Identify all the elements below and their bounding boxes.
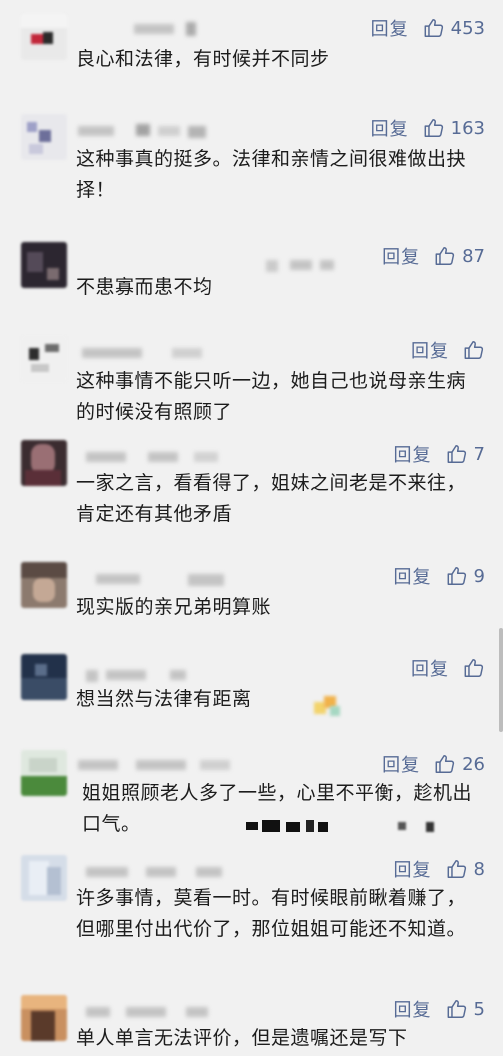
comment-item: 回复 想当然与法律有距离 <box>0 654 503 734</box>
like-button[interactable]: 26 <box>434 753 485 775</box>
avatar[interactable] <box>21 654 67 700</box>
like-button[interactable]: 9 <box>446 565 485 587</box>
thumbs-up-icon <box>435 247 455 265</box>
comment-item: 回复 163 这种事真的挺多。法律和亲情之间很难做出抉择！ <box>0 114 503 224</box>
avatar[interactable] <box>21 114 67 160</box>
reply-button[interactable]: 回复 <box>371 15 409 41</box>
comment-text: 良心和法律，有时候并不同步 <box>76 48 330 70</box>
avatar[interactable] <box>21 562 67 608</box>
comment-text: 许多事情，莫看一时。有时候眼前瞅着赚了，但哪里付出代价了，那位姐姐可能还不知道。 <box>76 887 467 940</box>
comment-item: 回复 26 姐姐照顾老人多了一些，心里不平衡，趁机出口气。 <box>0 750 503 850</box>
like-count: 453 <box>450 17 485 39</box>
like-count: 163 <box>450 117 485 139</box>
comment-item: 回复 5 单人单言无法评价，但是遗嘱还是写下 <box>0 995 503 1056</box>
comment-text: 这种事情不能只听一边，她自己也说母亲生病的时候没有照顾了 <box>76 370 467 423</box>
like-button[interactable]: 5 <box>446 998 485 1020</box>
avatar[interactable] <box>21 14 67 60</box>
like-count: 26 <box>462 753 485 775</box>
reply-button[interactable]: 回复 <box>394 856 432 882</box>
nickname-redacted <box>76 248 334 272</box>
reply-button[interactable]: 回复 <box>394 563 432 589</box>
comment-actions: 回复 26 <box>382 750 485 778</box>
reply-button[interactable]: 回复 <box>411 655 449 681</box>
redaction-mark <box>246 820 330 832</box>
like-count: 8 <box>473 858 485 880</box>
comment-actions: 回复 87 <box>382 242 485 270</box>
comment-text: 想当然与法律有距离 <box>76 688 252 710</box>
reply-button[interactable]: 回复 <box>394 996 432 1022</box>
comment-actions: 回复 9 <box>394 562 485 590</box>
nickname-redacted <box>76 120 296 138</box>
nickname-redacted <box>76 861 296 879</box>
nickname-redacted <box>76 1001 296 1019</box>
nickname-redacted <box>76 446 296 464</box>
comment-text: 这种事真的挺多。法律和亲情之间很难做出抉择！ <box>76 148 467 201</box>
like-count: 7 <box>473 443 485 465</box>
nickname-redacted <box>76 756 296 774</box>
like-button[interactable]: 7 <box>446 443 485 465</box>
comment-text: 一家之言，看看得了，姐妹之间老是不来往，肯定还有其他矛盾 <box>76 472 467 525</box>
like-count: 9 <box>473 565 485 587</box>
emoji-sticker-icon <box>314 696 344 718</box>
redaction-mark <box>398 820 438 832</box>
comment-text: 不患寡而患不均 <box>76 276 213 298</box>
comment-item: 回复 8 许多事情，莫看一时。有时候眼前瞅着赚了，但哪里付出代价了，那位姐姐可能… <box>0 855 503 985</box>
like-button[interactable] <box>463 339 485 361</box>
comment-item: 回复 这种事情不能只听一边，她自己也说母亲生病的时候没有照顾了 <box>0 336 503 446</box>
like-count: 87 <box>462 245 485 267</box>
thumbs-up-icon <box>464 341 484 359</box>
thumbs-up-icon <box>447 445 466 463</box>
nickname-redacted <box>76 20 296 38</box>
comment-item: 回复 453 良心和法律，有时候并不同步 <box>0 14 503 94</box>
avatar[interactable] <box>21 242 67 288</box>
comment-text: 单人单言无法评价，但是遗嘱还是写下 <box>76 1027 408 1049</box>
comment-actions: 回复 8 <box>394 855 485 883</box>
comment-actions: 回复 7 <box>394 440 485 468</box>
nickname-redacted <box>76 660 296 682</box>
thumbs-up-icon <box>447 567 466 585</box>
like-button[interactable]: 8 <box>446 858 485 880</box>
avatar[interactable] <box>21 750 67 796</box>
comment-actions: 回复 <box>411 654 485 682</box>
avatar[interactable] <box>21 855 67 901</box>
like-button[interactable]: 87 <box>434 245 485 267</box>
like-button[interactable] <box>463 657 485 679</box>
avatar[interactable] <box>21 995 67 1041</box>
thumbs-up-icon <box>447 860 466 878</box>
reply-button[interactable]: 回复 <box>382 751 420 777</box>
nickname-redacted <box>76 568 296 586</box>
comment-item: 回复 87 不患寡而患不均 <box>0 242 503 322</box>
comment-item: 回复 7 一家之言，看看得了，姐妹之间老是不来往，肯定还有其他矛盾 <box>0 440 503 550</box>
reply-button[interactable]: 回复 <box>382 243 420 269</box>
comment-actions: 回复 <box>411 336 485 364</box>
thumbs-up-icon <box>424 19 443 37</box>
comment-text: 现实版的亲兄弟明算账 <box>76 596 272 618</box>
thumbs-up-icon <box>435 755 455 773</box>
thumbs-up-icon <box>447 1000 466 1018</box>
reply-button[interactable]: 回复 <box>411 337 449 363</box>
thumbs-up-icon <box>424 119 443 137</box>
thumbs-up-icon <box>464 659 484 677</box>
comment-actions: 回复 163 <box>371 114 485 142</box>
avatar[interactable] <box>21 440 67 486</box>
like-button[interactable]: 453 <box>423 17 485 39</box>
reply-button[interactable]: 回复 <box>394 441 432 467</box>
avatar[interactable] <box>21 336 67 382</box>
comment-item: 回复 9 现实版的亲兄弟明算账 <box>0 562 503 642</box>
comment-actions: 回复 453 <box>371 14 485 42</box>
like-button[interactable]: 163 <box>423 117 485 139</box>
comment-actions: 回复 5 <box>394 995 485 1023</box>
reply-button[interactable]: 回复 <box>371 115 409 141</box>
nickname-redacted <box>76 342 296 360</box>
like-count: 5 <box>473 998 485 1020</box>
scrollbar[interactable] <box>499 628 503 732</box>
